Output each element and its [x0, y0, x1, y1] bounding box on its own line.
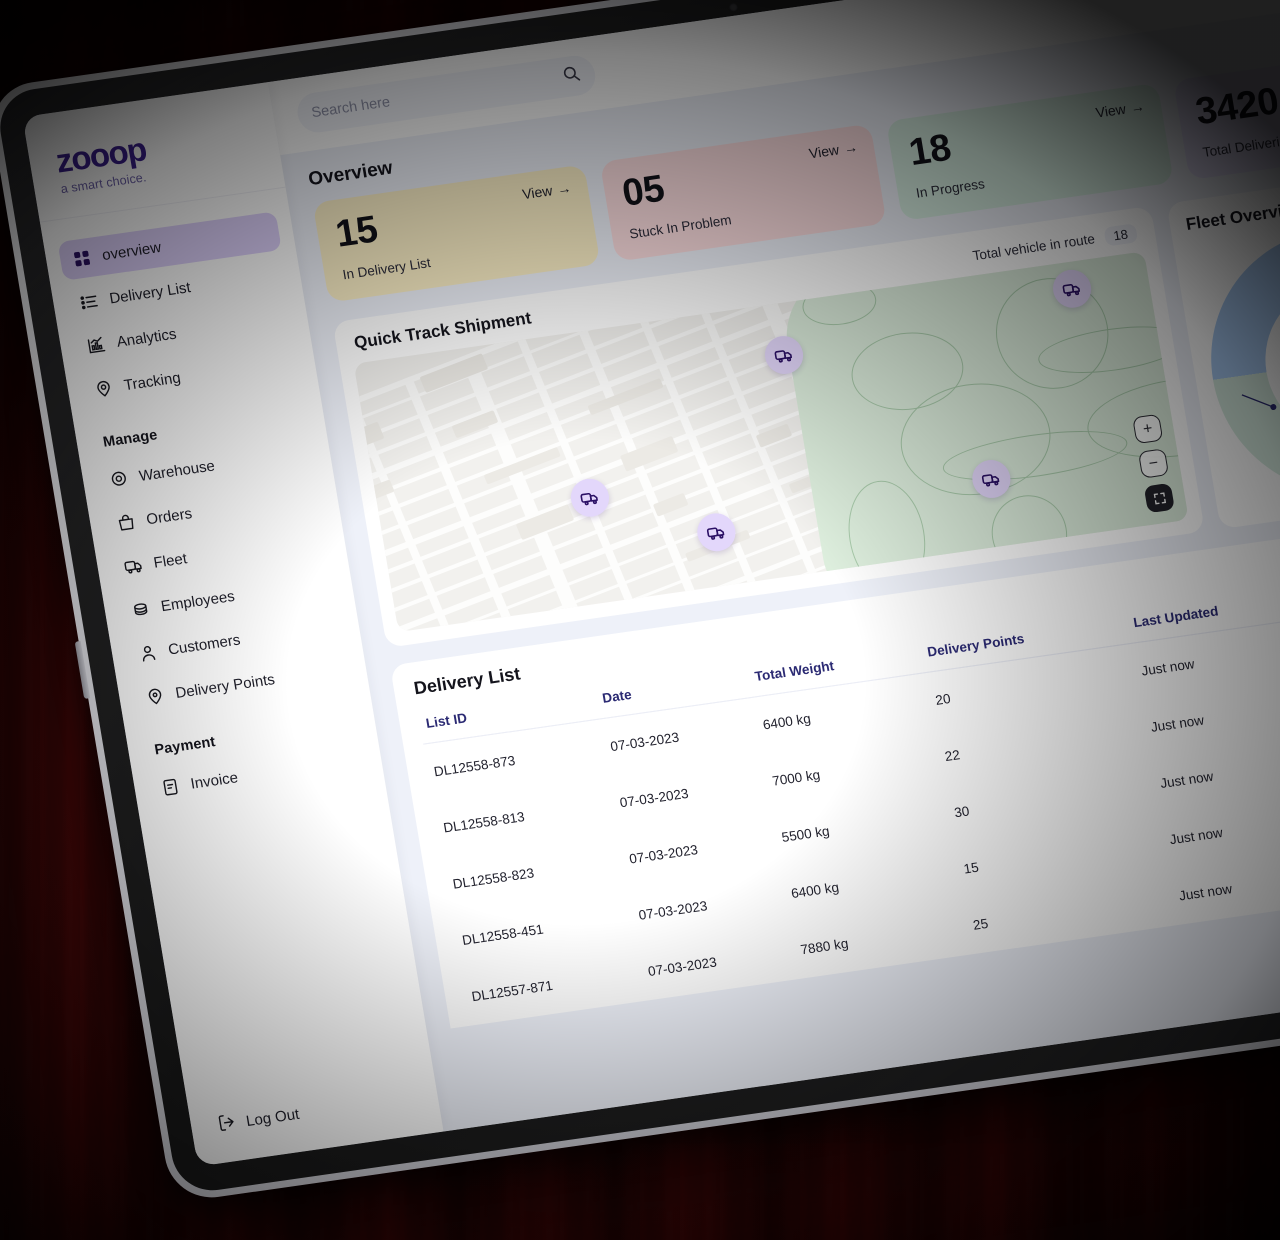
sidebar-item-label: Fleet	[152, 550, 189, 572]
map-block	[652, 491, 689, 517]
list-icon	[78, 291, 100, 312]
sidebar-item-label: Employees	[159, 587, 236, 616]
map-park-path	[985, 490, 1073, 577]
sidebar-item-label: Warehouse	[137, 457, 217, 485]
stat-value: 3420	[1192, 80, 1280, 134]
stat-card-in-delivery-list[interactable]: View → 15 In Delivery List	[312, 164, 601, 303]
search-input[interactable]	[310, 70, 556, 122]
fleet-donut-chart[interactable]: 23/03/2023 Available Fleets 38	[1191, 211, 1280, 511]
logout-icon	[216, 1112, 239, 1137]
sidebar-item-label: Invoice	[189, 769, 240, 793]
sidebar-item-label: overview	[100, 238, 163, 265]
tablet-bezel: zooop a smart choice. overview Delivery …	[0, 0, 1280, 1196]
sidebar-item-label: Analytics	[115, 325, 178, 351]
fleet-header: Fleet Overview Total vehicle175	[1184, 177, 1280, 234]
sidebar-item-label: Customers	[166, 631, 242, 659]
tablet-screen: zooop a smart choice. overview Delivery …	[22, 0, 1280, 1167]
map-park-path	[840, 475, 933, 597]
sidebar-item-label: Tracking	[122, 369, 182, 395]
logout-label: Log Out	[244, 1105, 301, 1131]
arrow-right-icon: →	[1129, 97, 1146, 116]
arrow-right-icon: →	[555, 179, 573, 198]
bag-icon	[115, 512, 137, 533]
location-icon	[93, 378, 115, 399]
map-zoom-in-button[interactable]: +	[1132, 413, 1164, 445]
sidebar-item-label: Orders	[145, 505, 194, 529]
map-meta-label: Total vehicle in route	[971, 230, 1096, 263]
sidebar-item-label: Delivery List	[108, 279, 192, 308]
stat-card-stuck-in-problem[interactable]: View → 05 Stuck In Problem	[599, 123, 887, 262]
pin-icon	[144, 686, 166, 707]
grid-icon	[71, 248, 93, 269]
tablet-frame: zooop a smart choice. overview Delivery …	[0, 0, 1280, 1204]
dashboard-content: Overview View → 15 In Delivery List View…	[280, 0, 1280, 1032]
arrow-right-icon: →	[842, 138, 860, 157]
user-icon	[137, 642, 159, 663]
invoice-icon	[160, 776, 182, 797]
main-content: Overview View → 15 In Delivery List	[267, 0, 1280, 1132]
map-zoom-out-button[interactable]: −	[1137, 448, 1170, 479]
fleet-title: Fleet Overview	[1184, 198, 1280, 234]
search-icon[interactable]	[560, 63, 583, 89]
sidebar-item-label: Delivery Points	[174, 671, 277, 702]
front-camera	[728, 2, 739, 13]
chart-icon	[86, 335, 108, 356]
briefcase-icon	[130, 599, 152, 620]
truck-icon	[123, 556, 145, 577]
tablet-device: zooop a smart choice. overview Delivery …	[0, 0, 1280, 1204]
map-meta-value: 18	[1102, 222, 1139, 247]
warehouse-icon	[108, 469, 130, 490]
stat-card-in-progress[interactable]: View → 18 In Progress	[885, 82, 1174, 222]
map-fullscreen-button[interactable]	[1143, 482, 1175, 514]
